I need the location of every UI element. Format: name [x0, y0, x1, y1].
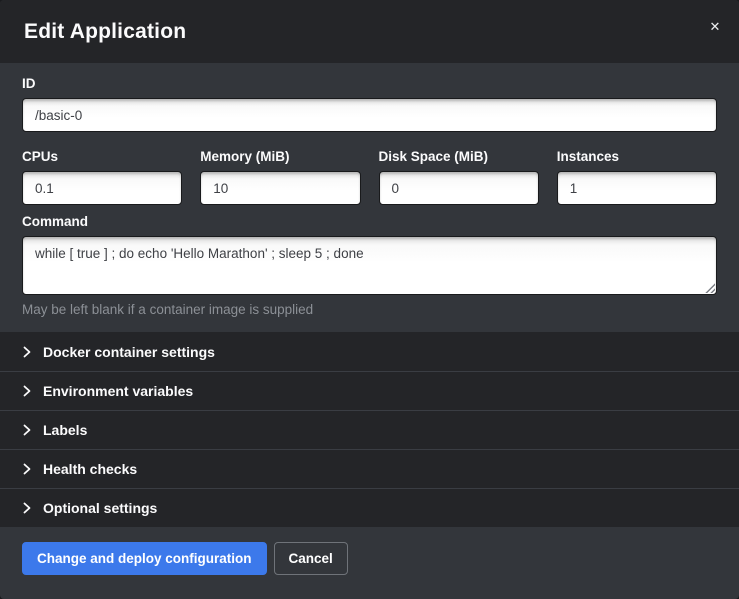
application-form: ID CPUs Memory (MiB) Disk Space (MiB) In… [0, 63, 739, 332]
section-health-checks[interactable]: Health checks [0, 449, 739, 488]
accordion-sections: Docker container settings Environment va… [0, 332, 739, 527]
section-labels[interactable]: Labels [0, 410, 739, 449]
section-environment-variables[interactable]: Environment variables [0, 371, 739, 410]
section-label: Environment variables [43, 383, 193, 399]
chevron-right-icon [22, 424, 32, 436]
id-label: ID [22, 76, 717, 91]
instances-label: Instances [557, 149, 717, 164]
section-docker-container-settings[interactable]: Docker container settings [0, 332, 739, 371]
section-label: Labels [43, 422, 87, 438]
modal-header: Edit Application ✕ [0, 0, 739, 63]
memory-field: Memory (MiB) [200, 140, 360, 205]
cpus-input[interactable] [22, 171, 182, 205]
modal-footer: Change and deploy configuration Cancel [0, 527, 739, 595]
id-input[interactable] [22, 98, 717, 132]
instances-field: Instances [557, 140, 717, 205]
chevron-right-icon [22, 346, 32, 358]
cpus-field: CPUs [22, 140, 182, 205]
instances-input[interactable] [557, 171, 717, 205]
chevron-right-icon [22, 385, 32, 397]
command-textarea[interactable]: while [ true ] ; do echo 'Hello Marathon… [22, 236, 717, 295]
command-label: Command [22, 214, 717, 229]
command-help-text: May be left blank if a container image i… [22, 302, 717, 317]
section-label: Health checks [43, 461, 137, 477]
cancel-button[interactable]: Cancel [274, 542, 348, 575]
section-optional-settings[interactable]: Optional settings [0, 488, 739, 527]
chevron-right-icon [22, 463, 32, 475]
disk-space-label: Disk Space (MiB) [379, 149, 539, 164]
cpus-label: CPUs [22, 149, 182, 164]
change-and-deploy-button[interactable]: Change and deploy configuration [22, 542, 267, 575]
modal-title: Edit Application [24, 20, 186, 44]
section-label: Optional settings [43, 500, 157, 516]
disk-space-field: Disk Space (MiB) [379, 140, 539, 205]
resource-fields-row: CPUs Memory (MiB) Disk Space (MiB) Insta… [22, 140, 717, 205]
chevron-right-icon [22, 502, 32, 514]
edit-application-modal: Edit Application ✕ ID CPUs Memory (MiB) … [0, 0, 739, 599]
disk-space-input[interactable] [379, 171, 539, 205]
command-field: while [ true ] ; do echo 'Hello Marathon… [22, 236, 717, 295]
section-label: Docker container settings [43, 344, 215, 360]
close-icon[interactable]: ✕ [705, 17, 725, 37]
memory-label: Memory (MiB) [200, 149, 360, 164]
memory-input[interactable] [200, 171, 360, 205]
